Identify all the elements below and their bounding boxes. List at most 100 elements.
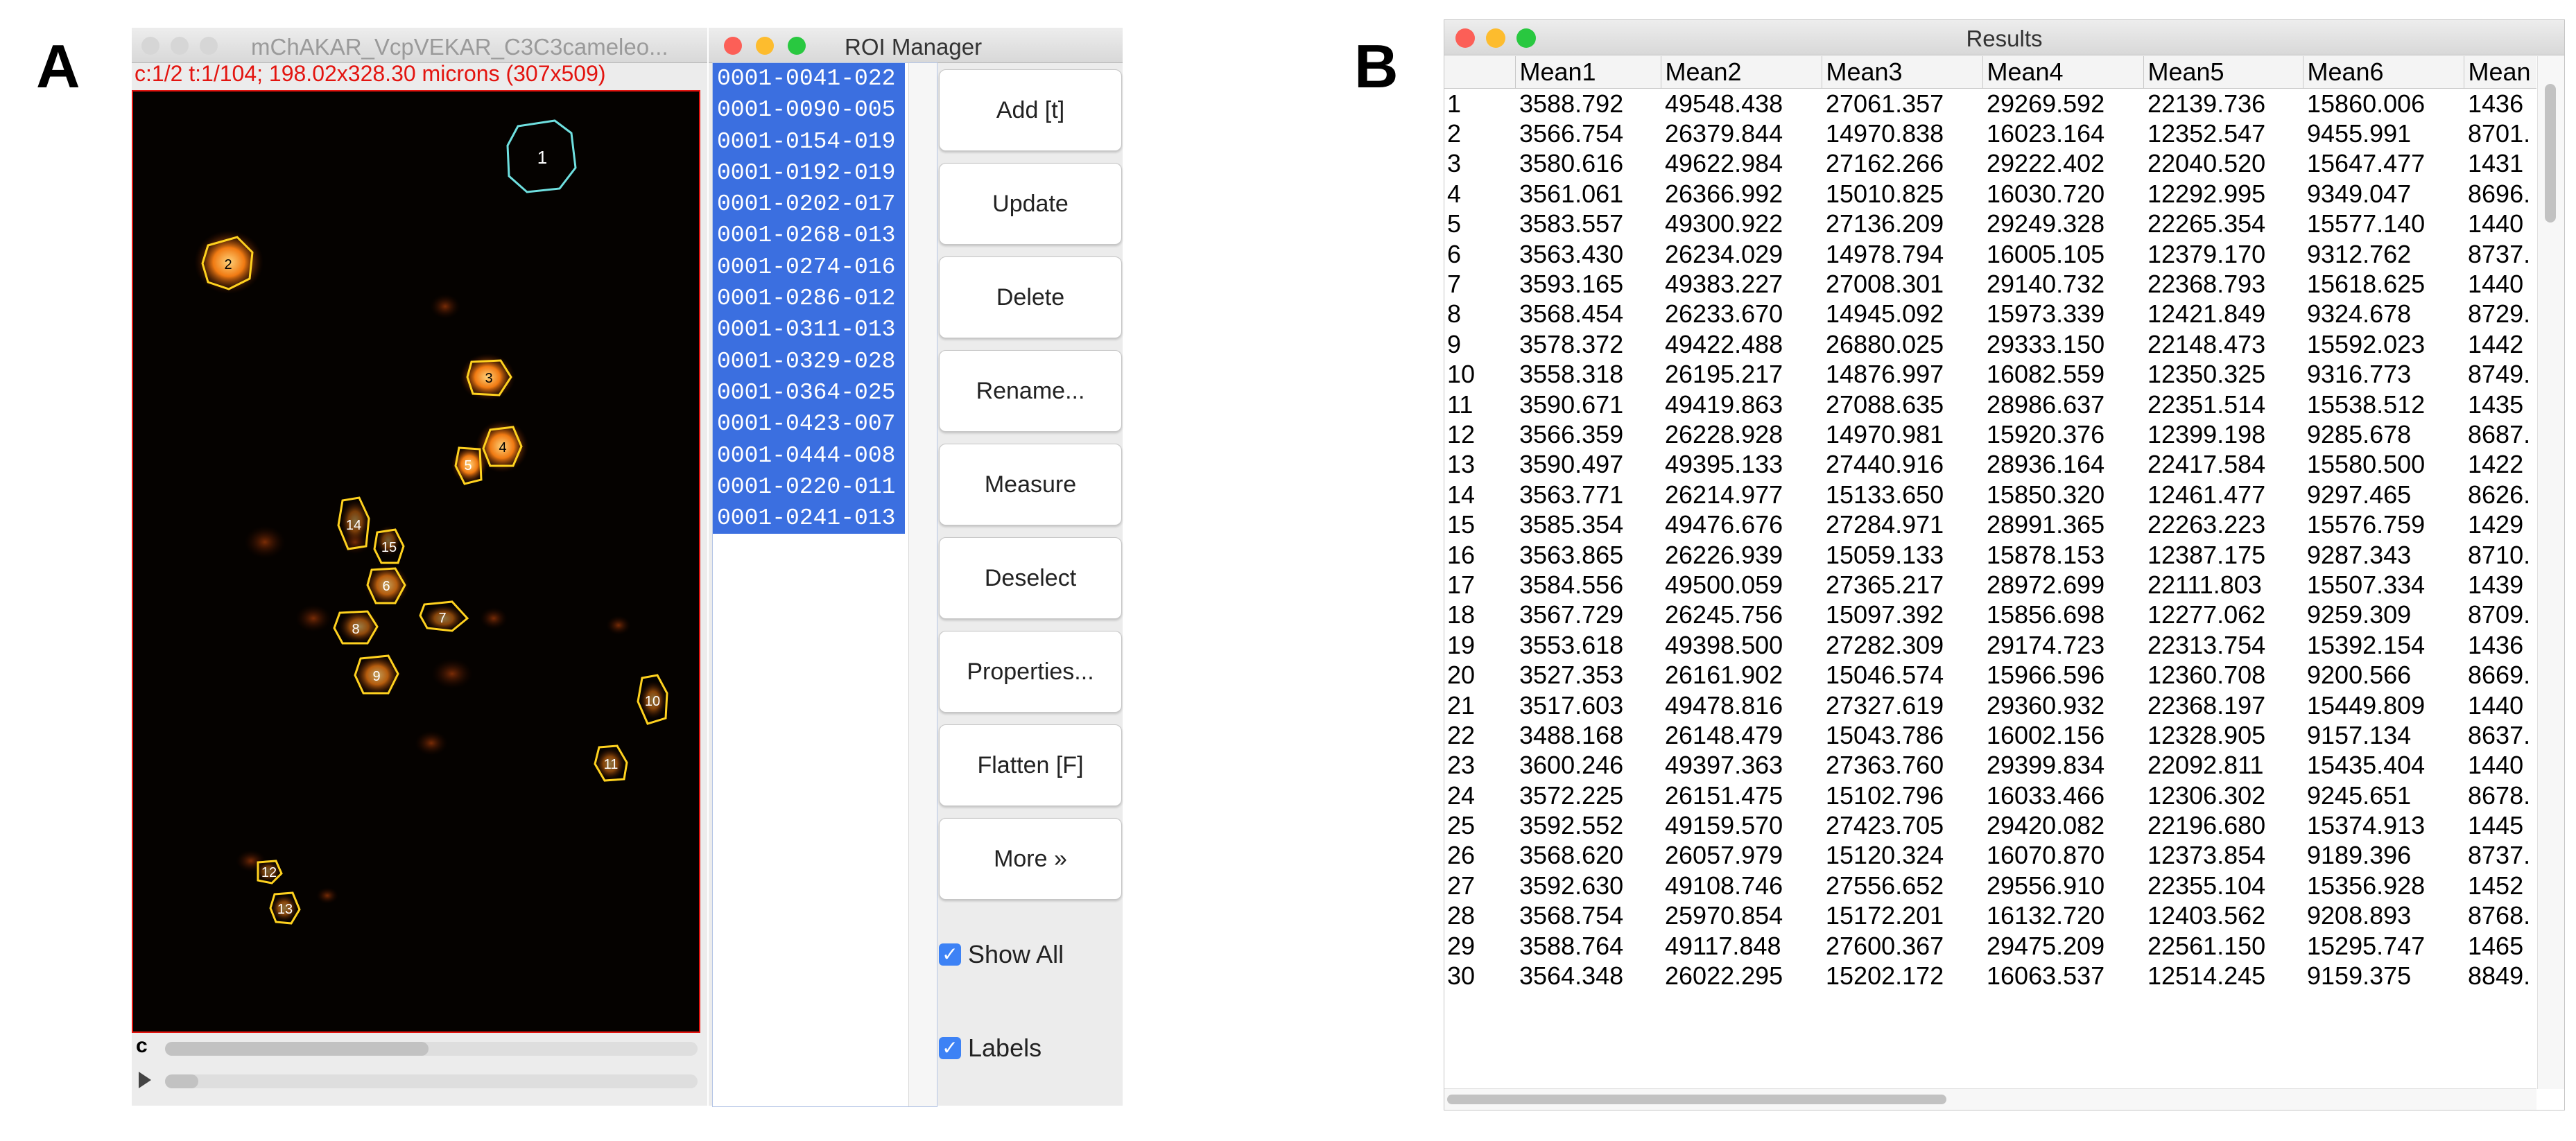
table-row[interactable]: 6 3563.430 26234.029 14978.794 16005.105 1237… [1444, 239, 2536, 269]
roi-list-item[interactable]: 0001-0286-012 [713, 283, 905, 314]
table-cell: 15538.512 [2307, 390, 2426, 419]
table-cell: 27327.619 [1826, 690, 1944, 720]
image-canvas[interactable]: 1 2 3 4 5 6 7 8 9 10 11 12 13 14 15 [132, 90, 700, 1033]
table-row[interactable]: 18 3567.729 26245.756 15097.392 15856.698 122… [1444, 600, 2536, 630]
table-row[interactable]: 17 3584.556 49500.059 27365.217 28972.699 221… [1444, 570, 2536, 600]
roi-list-scrollbar[interactable] [908, 63, 937, 1106]
properties-button[interactable]: Properties... [939, 631, 1122, 713]
roi-list-item[interactable]: 0001-0090-005 [713, 94, 905, 125]
table-cell: 15046.574 [1826, 661, 1944, 690]
column-header[interactable]: Mean3 [1822, 56, 1983, 89]
close-icon[interactable] [141, 37, 159, 55]
column-header[interactable]: Mean2 [1661, 56, 1822, 89]
table-cell: 3563.771 [1519, 480, 1624, 509]
table-row[interactable]: 20 3527.353 26161.902 15046.574 15966.596 123… [1444, 660, 2536, 690]
column-header[interactable]: Mean [2464, 56, 2536, 89]
table-row[interactable]: 23 3600.246 49397.363 27363.760 29399.834 220… [1444, 751, 2536, 781]
rename-button[interactable]: Rename... [939, 350, 1122, 432]
roi-list-item[interactable]: 0001-0444-008 [713, 440, 905, 471]
roi-list-item[interactable]: 0001-0241-013 [713, 503, 905, 534]
roi-list-item[interactable]: 0001-0274-016 [713, 252, 905, 283]
column-header-row-number[interactable] [1444, 56, 1516, 89]
roi-list-item[interactable]: 0001-0202-017 [713, 189, 905, 220]
table-cell: 22040.520 [2147, 149, 2266, 178]
table-row[interactable]: 21 3517.603 49478.816 27327.619 29360.932 223… [1444, 690, 2536, 720]
results-horizontal-scrollbar[interactable] [1444, 1088, 2536, 1110]
roi-list-item[interactable]: 0001-0041-022 [713, 63, 905, 94]
table-row[interactable]: 22 3488.168 26148.479 15043.786 16002.156 123… [1444, 720, 2536, 750]
roi-label: 12 [261, 865, 277, 880]
image-window-titlebar[interactable]: mChAKAR_VcpVEKAR_C3C3cameleo... [132, 28, 707, 63]
cell-background [431, 659, 473, 689]
table-row[interactable]: 4 3561.061 26366.992 15010.825 16030.720 1229… [1444, 179, 2536, 209]
results-vertical-scrollbar-thumb[interactable] [2545, 84, 2556, 223]
table-row[interactable]: 30 3564.348 26022.295 15202.172 16063.537 125… [1444, 961, 2536, 991]
table-cell: 12373.854 [2147, 841, 2266, 870]
roi-list-item[interactable]: 0001-0423-007 [713, 408, 905, 439]
update-button[interactable]: Update [939, 163, 1122, 245]
table-row[interactable]: 3 3580.616 49622.984 27162.266 29222.402 2204… [1444, 149, 2536, 179]
table-row[interactable]: 7 3593.165 49383.227 27008.301 29140.732 2236… [1444, 269, 2536, 299]
frame-slider-thumb[interactable] [165, 1074, 198, 1088]
column-header[interactable]: Mean5 [2143, 56, 2303, 89]
table-row[interactable]: 9 3578.372 49422.488 26880.025 29333.150 2214… [1444, 329, 2536, 359]
table-cell: 22561.150 [2147, 931, 2266, 960]
table-row[interactable]: 26 3568.620 26057.979 15120.324 16070.870 123… [1444, 841, 2536, 871]
table-row[interactable]: 24 3572.225 26151.475 15102.796 16033.466 123… [1444, 781, 2536, 810]
table-row[interactable]: 5 3583.557 49300.922 27136.209 29249.328 2226… [1444, 209, 2536, 239]
flatten-button[interactable]: Flatten [F] [939, 724, 1122, 806]
table-row[interactable]: 14 3563.771 26214.977 15133.650 15850.320 124… [1444, 480, 2536, 509]
close-icon[interactable] [724, 37, 742, 55]
minimize-icon[interactable] [171, 37, 189, 55]
show-all-checkbox[interactable]: ✓ Show All [939, 940, 1064, 969]
table-row[interactable]: 12 3566.359 26228.928 14970.981 15920.376 123… [1444, 419, 2536, 449]
table-row[interactable]: 13 3590.497 49395.133 27440.916 28936.164 224… [1444, 450, 2536, 480]
zoom-icon[interactable] [200, 37, 218, 55]
labels-checkbox[interactable]: ✓ Labels [939, 1034, 1041, 1063]
more-button[interactable]: More » [939, 818, 1122, 900]
deselect-button[interactable]: Deselect [939, 537, 1122, 619]
measure-button[interactable]: Measure [939, 444, 1122, 525]
results-horizontal-scrollbar-thumb[interactable] [1447, 1095, 1946, 1104]
roi-manager-titlebar[interactable]: ROI Manager [709, 28, 1123, 63]
results-titlebar[interactable]: Results [1444, 20, 2564, 55]
play-icon[interactable] [139, 1072, 151, 1088]
table-row[interactable]: 28 3568.754 25970.854 15172.201 16132.720 124… [1444, 901, 2536, 931]
column-header[interactable]: Mean6 [2303, 56, 2464, 89]
channel-slider[interactable] [165, 1042, 698, 1056]
column-header[interactable]: Mean4 [1982, 56, 2144, 89]
column-header[interactable]: Mean1 [1515, 56, 1661, 89]
roi-list-item[interactable]: 0001-0329-028 [713, 346, 905, 377]
table-row[interactable]: 15 3585.354 49476.676 27284.971 28991.365 222… [1444, 509, 2536, 539]
channel-slider-thumb[interactable] [165, 1042, 429, 1056]
table-row[interactable]: 11 3590.671 49419.863 27088.635 28986.637 223… [1444, 390, 2536, 419]
results-vertical-scrollbar[interactable] [2537, 56, 2564, 1089]
roi-list-item[interactable]: 0001-0268-013 [713, 220, 905, 251]
table-row[interactable]: 27 3592.630 49108.746 27556.652 29556.910 223… [1444, 871, 2536, 900]
delete-button[interactable]: Delete [939, 256, 1122, 338]
table-cell: 15059.133 [1826, 540, 1944, 569]
table-row[interactable]: 25 3592.552 49159.570 27423.705 29420.082 221… [1444, 810, 2536, 840]
roi-list-item[interactable]: 0001-0220-011 [713, 471, 905, 503]
zoom-icon[interactable] [788, 37, 806, 55]
roi-list-item[interactable]: 0001-0364-025 [713, 377, 905, 408]
row-number-cell: 10 [1447, 360, 1476, 389]
add-roi-button[interactable]: Add [t] [939, 69, 1122, 151]
table-row[interactable]: 8 3568.454 26233.670 14945.092 15973.339 1242… [1444, 299, 2536, 329]
table-cell: 15097.392 [1826, 600, 1944, 629]
table-row[interactable]: 19 3553.618 49398.500 27282.309 29174.723 223… [1444, 630, 2536, 660]
roi-list[interactable]: 0001-0041-022 0001-0090-005 0001-0154-01… [712, 62, 937, 1107]
frame-slider[interactable] [165, 1074, 698, 1088]
roi-label: 9 [372, 669, 380, 684]
table-row[interactable]: 16 3563.865 26226.939 15059.133 15878.153 123… [1444, 540, 2536, 570]
table-cell: 15435.404 [2307, 751, 2426, 780]
table-row[interactable]: 1 3588.792 49548.438 27061.357 29269.592 2213… [1444, 89, 2536, 119]
table-row[interactable]: 2 3566.754 26379.844 14970.838 16023.164 1235… [1444, 119, 2536, 148]
roi-list-item[interactable]: 0001-0311-013 [713, 314, 905, 345]
roi-list-item[interactable]: 0001-0154-019 [713, 126, 905, 157]
roi-list-item[interactable]: 0001-0192-019 [713, 157, 905, 189]
table-row[interactable]: 10 3558.318 26195.217 14876.997 16082.559 123… [1444, 360, 2536, 390]
minimize-icon[interactable] [756, 37, 774, 55]
table-row[interactable]: 29 3588.764 49117.848 27600.367 29475.209 225… [1444, 931, 2536, 961]
row-number-cell: 25 [1447, 811, 1476, 840]
